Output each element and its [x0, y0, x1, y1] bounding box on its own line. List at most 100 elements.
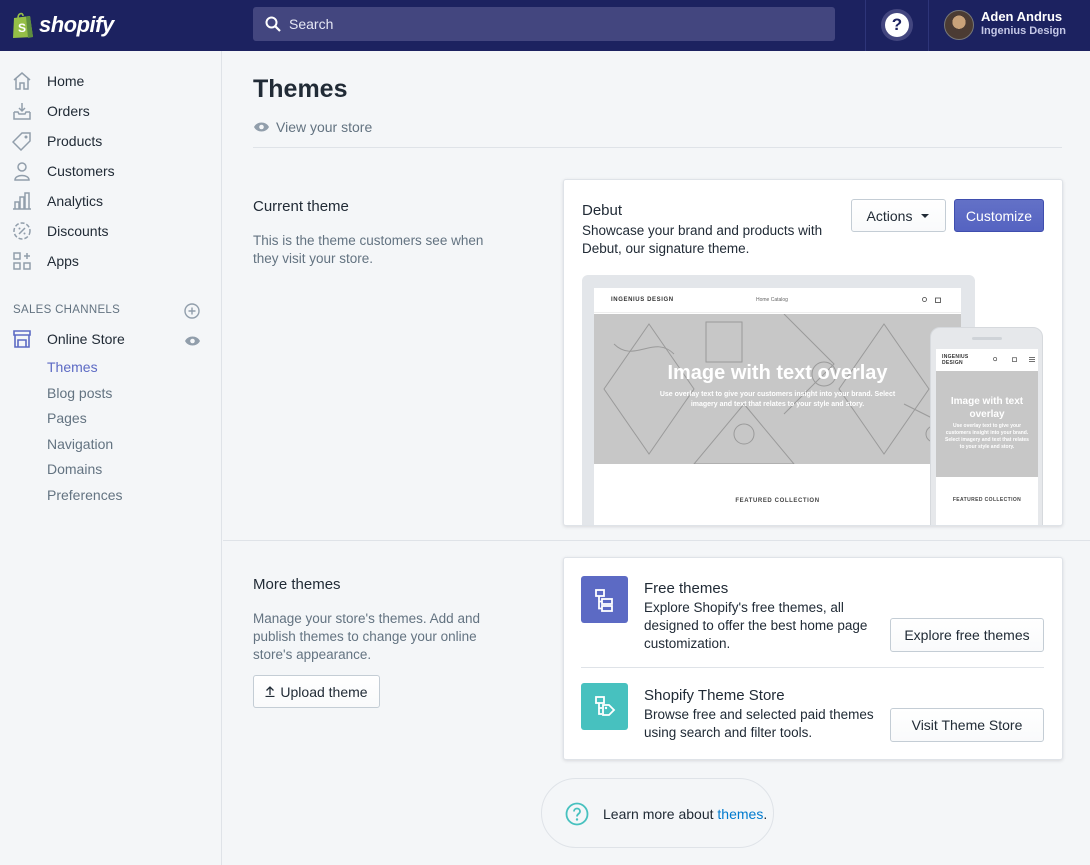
sidebar-item-analytics[interactable]: Analytics — [0, 186, 222, 216]
sidebar-item-label: Discounts — [47, 223, 109, 239]
add-sales-channel-icon[interactable] — [184, 303, 200, 319]
more-themes-heading: More themes — [253, 576, 341, 593]
user-store-name[interactable]: Ingenius Design — [981, 25, 1066, 37]
preview-hero-subtitle: Use overlay text to give your customers … — [659, 391, 896, 408]
topbar-divider — [865, 0, 866, 51]
sidebar-item-label: Apps — [47, 253, 79, 269]
theme-name: Debut — [582, 202, 623, 219]
help-icon: ? — [885, 13, 909, 37]
phone-speaker — [972, 337, 1002, 340]
learn-more-prefix: Learn more about — [603, 806, 718, 822]
theme-store-description: Browse free and selected paid themes usi… — [644, 707, 874, 740]
preview-search-icon — [922, 297, 927, 302]
eye-icon[interactable] — [184, 335, 201, 347]
sidebar-item-label: Customers — [47, 163, 115, 179]
mobile-preview-featured-heading: FEATURED COLLECTION — [952, 497, 1022, 503]
discount-icon — [13, 222, 31, 240]
main-content: Themes View your store Current theme Thi… — [223, 51, 1090, 865]
preview-nav-links: Home Catalog — [756, 297, 788, 303]
sidebar-subitem-domains[interactable]: Domains — [47, 461, 102, 477]
sidebar-subitem-navigation[interactable]: Navigation — [47, 436, 113, 452]
store-icon — [13, 330, 31, 348]
view-store-link[interactable]: View your store — [253, 119, 372, 135]
actions-dropdown-button[interactable]: Actions — [851, 199, 946, 232]
top-bar: S shopify ? Aden Andrus Ingenius Design — [0, 0, 1090, 51]
orders-icon — [13, 103, 31, 120]
sidebar-item-orders[interactable]: Orders — [0, 96, 222, 126]
current-theme-card: Debut Showcase your brand and products w… — [563, 179, 1063, 526]
more-themes-description: Manage your store's themes. Add and publ… — [253, 611, 480, 662]
shopify-bag-icon: S — [13, 12, 33, 38]
upload-theme-label: Upload theme — [280, 683, 368, 700]
mobile-menu-icon — [1029, 357, 1035, 362]
svg-text:S: S — [18, 21, 26, 35]
sidebar-subitem-pages[interactable]: Pages — [47, 410, 87, 426]
current-theme-description: This is the theme customers see when the… — [253, 233, 484, 266]
preview-nav: INGENIUS DESIGN Home Catalog — [594, 288, 961, 313]
divider — [253, 147, 1062, 148]
customize-button[interactable]: Customize — [954, 199, 1044, 232]
sidebar-item-label: Analytics — [47, 193, 104, 209]
hero-pattern — [603, 314, 945, 464]
shopify-logo[interactable]: S shopify — [11, 9, 114, 41]
upload-icon — [265, 686, 275, 697]
sidebar: Home Orders Products Customers Analytics… — [0, 51, 222, 865]
mobile-search-icon — [993, 357, 998, 362]
free-themes-title: Free themes — [644, 580, 729, 597]
person-icon — [14, 162, 30, 181]
theme-description: Showcase your brand and products with De… — [582, 223, 823, 256]
sidebar-item-label: Orders — [47, 103, 90, 119]
upload-theme-button[interactable]: Upload theme — [253, 675, 380, 708]
bar-chart-icon — [13, 192, 31, 210]
mobile-preview-brand: INGENIUS DESIGN — [942, 354, 969, 366]
apps-icon — [13, 252, 31, 270]
sidebar-subitem-themes[interactable]: Themes — [47, 359, 98, 375]
sidebar-item-label: Products — [47, 133, 103, 149]
user-name[interactable]: Aden Andrus — [981, 9, 1062, 24]
sidebar-item-label: Online Store — [47, 331, 125, 347]
sidebar-item-discounts[interactable]: Discounts — [0, 216, 222, 246]
mobile-cart-icon — [1012, 357, 1017, 362]
mobile-preview[interactable]: INGENIUS DESIGN Image with text overlay … — [930, 327, 1043, 525]
sidebar-subitem-blog-posts[interactable]: Blog posts — [47, 385, 112, 401]
sidebar-item-label: Home — [47, 73, 85, 89]
free-themes-icon — [581, 576, 628, 623]
mobile-preview-hero: Image with text overlay Use overlay text… — [936, 371, 1038, 477]
eye-icon — [254, 122, 269, 132]
current-theme-heading: Current theme — [253, 198, 349, 215]
mobile-preview-hero-subtitle: Use overlay text to give your customers … — [945, 423, 1029, 450]
preview-hero-title: Image with text overlay — [667, 362, 888, 384]
card-divider — [581, 667, 1044, 668]
visit-theme-store-button[interactable]: Visit Theme Store — [890, 708, 1044, 742]
sidebar-item-home[interactable]: Home — [0, 66, 222, 96]
preview-hero: Image with text overlay Use overlay text… — [594, 314, 961, 464]
sidebar-item-apps[interactable]: Apps — [0, 246, 222, 276]
desktop-preview-screen: INGENIUS DESIGN Home Catalog Image with … — [594, 288, 961, 525]
sidebar-subitem-preferences[interactable]: Preferences — [47, 487, 122, 503]
mobile-preview-hero-title: Image with text overlay — [950, 396, 1024, 420]
caret-down-icon — [921, 213, 930, 218]
sidebar-item-products[interactable]: Products — [0, 126, 222, 156]
mobile-preview-screen: INGENIUS DESIGN Image with text overlay … — [936, 349, 1038, 525]
sidebar-item-customers[interactable]: Customers — [0, 156, 222, 186]
theme-store-title: Shopify Theme Store — [644, 687, 785, 704]
avatar[interactable] — [944, 10, 974, 40]
topbar-divider — [928, 0, 929, 51]
themes-help-link[interactable]: themes — [717, 806, 763, 822]
preview-cart-icon — [935, 297, 941, 303]
theme-store-icon — [581, 683, 628, 730]
logo-text: shopify — [39, 12, 114, 37]
desktop-preview[interactable]: INGENIUS DESIGN Home Catalog Image with … — [582, 275, 975, 525]
explore-free-themes-button[interactable]: Explore free themes — [890, 618, 1044, 652]
search-input[interactable] — [289, 16, 789, 32]
home-icon — [13, 72, 31, 90]
help-button[interactable]: ? — [881, 9, 913, 41]
learn-more-box: Learn more about themes. — [541, 778, 774, 848]
preview-brand: INGENIUS DESIGN — [611, 297, 674, 303]
learn-more-text: Learn more about themes. — [603, 806, 767, 822]
search-bar[interactable] — [253, 7, 835, 41]
tag-icon — [12, 132, 31, 151]
search-icon — [265, 16, 281, 32]
section-divider — [223, 540, 1090, 541]
page-title: Themes — [253, 75, 348, 103]
